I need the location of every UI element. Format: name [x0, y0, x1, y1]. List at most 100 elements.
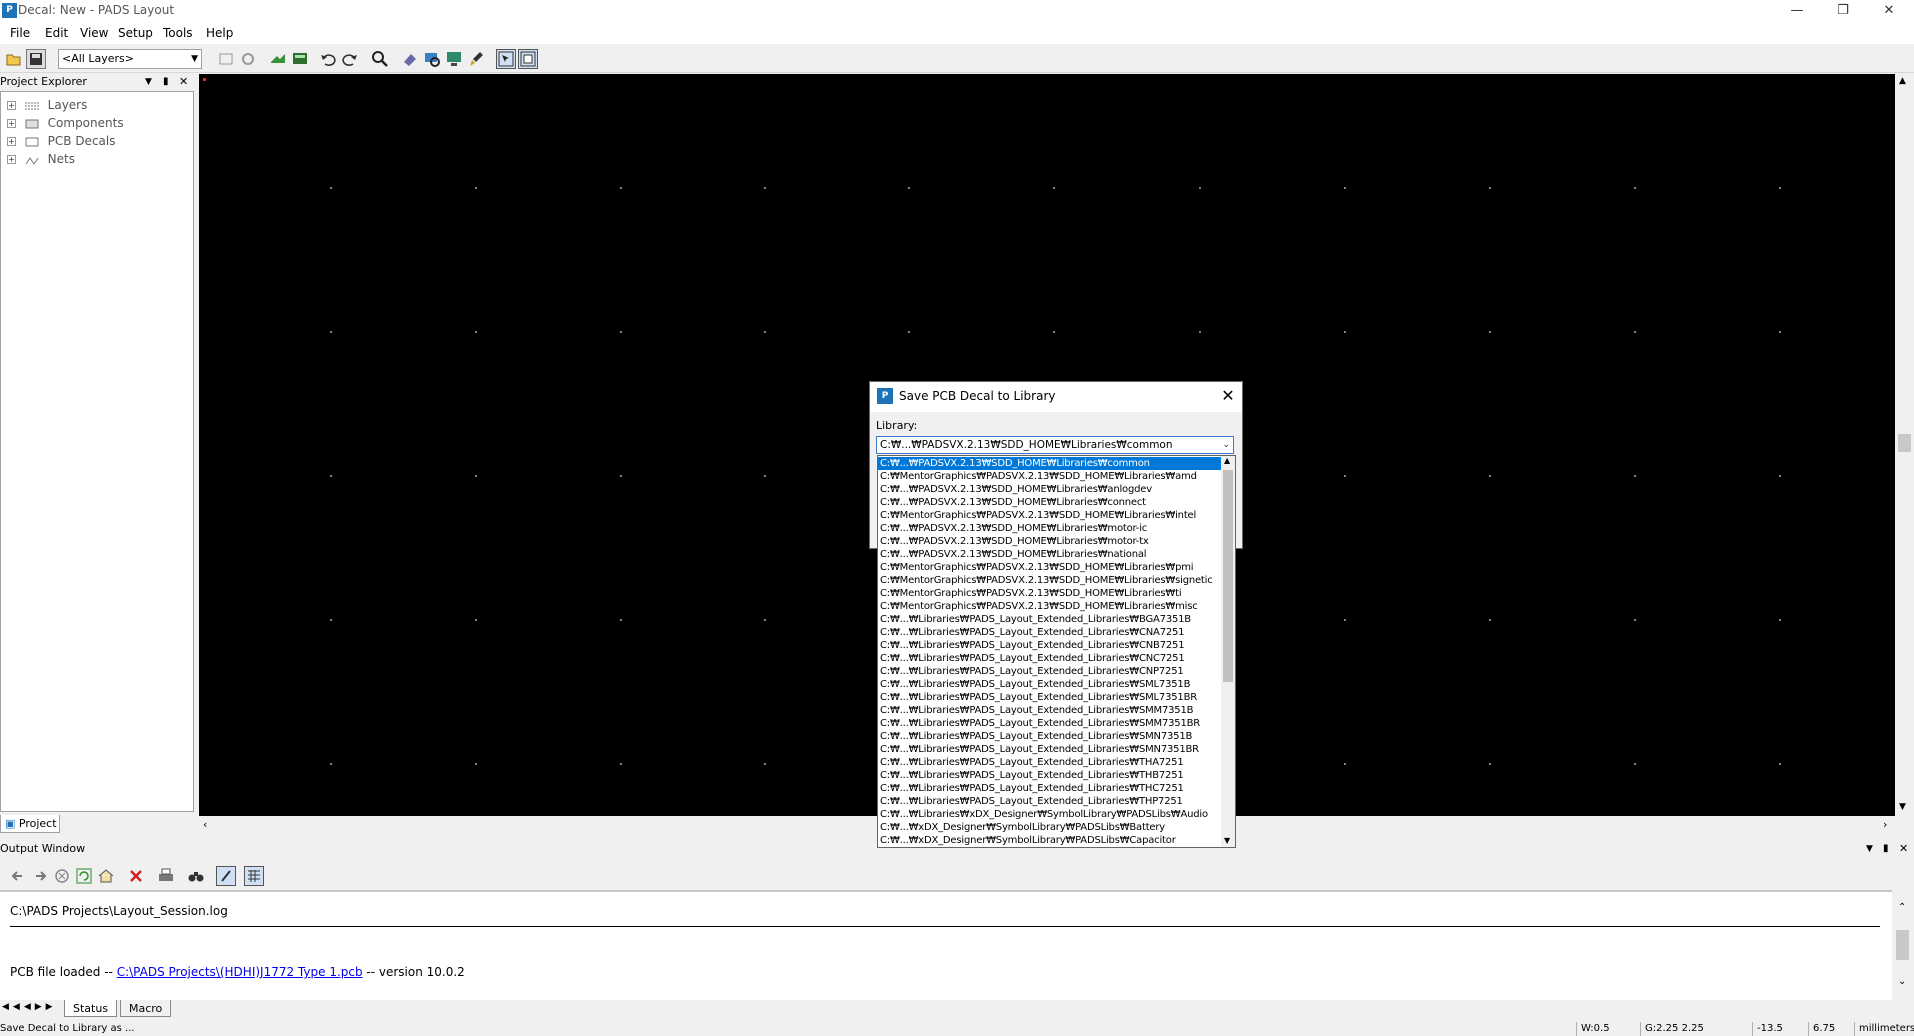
library-option[interactable]: C:₩...₩Libraries₩PADS_Layout_Extended_Li… — [878, 756, 1221, 769]
library-combobox[interactable]: C:₩...₩PADSVX.2.13₩SDD_HOME₩Libraries₩co… — [876, 436, 1234, 454]
tree-item-layers[interactable]: + Layers — [7, 96, 87, 114]
save-icon[interactable] — [26, 49, 46, 69]
tree-item-components[interactable]: + Components — [7, 114, 124, 132]
expand-icon[interactable]: + — [7, 137, 16, 146]
library-option[interactable]: C:₩MentorGraphics₩PADSVX.2.13₩SDD_HOME₩L… — [878, 509, 1221, 522]
panel-close-icon[interactable]: ✕ — [1899, 840, 1908, 858]
library-option[interactable]: C:₩...₩PADSVX.2.13₩SDD_HOME₩Libraries₩mo… — [878, 535, 1221, 548]
library-option[interactable]: C:₩...₩Libraries₩PADS_Layout_Extended_Li… — [878, 652, 1221, 665]
word-wrap-icon[interactable] — [216, 866, 236, 886]
menu-file[interactable]: File — [10, 26, 30, 40]
scroll-thumb[interactable] — [1223, 470, 1233, 682]
scroll-up-icon[interactable]: ▲ — [1899, 76, 1906, 86]
chevron-down-icon[interactable]: ⌄ — [1222, 437, 1230, 453]
scroll-down-icon[interactable]: ▼ — [1224, 836, 1230, 845]
scroll-down-icon[interactable]: ⌄ — [1898, 976, 1906, 987]
select-mode-icon[interactable] — [496, 49, 516, 69]
library-option[interactable]: C:₩...₩PADSVX.2.13₩SDD_HOME₩Libraries₩mo… — [878, 522, 1221, 535]
library-option[interactable]: C:₩...₩PADSVX.2.13₩SDD_HOME₩Libraries₩an… — [878, 483, 1221, 496]
menu-view[interactable]: View — [80, 26, 108, 40]
expand-icon[interactable]: + — [7, 101, 16, 110]
drafting-toolbar-icon[interactable] — [290, 49, 310, 69]
library-option[interactable]: C:₩...₩Libraries₩PADS_Layout_Extended_Li… — [878, 769, 1221, 782]
library-option[interactable]: C:₩...₩Libraries₩xDX_Designer₩SymbolLibr… — [878, 808, 1221, 821]
library-option[interactable]: C:₩...₩PADSVX.2.13₩SDD_HOME₩Libraries₩co… — [878, 457, 1221, 470]
library-option[interactable]: C:₩...₩Libraries₩PADS_Layout_Extended_Li… — [878, 626, 1221, 639]
library-option[interactable]: C:₩...₩Libraries₩PADS_Layout_Extended_Li… — [878, 717, 1221, 730]
brush-icon[interactable] — [466, 49, 486, 69]
eraser-icon[interactable] — [400, 49, 420, 69]
library-option[interactable]: C:₩...₩PADSVX.2.13₩SDD_HOME₩Libraries₩co… — [878, 496, 1221, 509]
scroll-left-icon[interactable]: ‹ — [203, 818, 207, 831]
menu-edit[interactable]: Edit — [45, 26, 68, 40]
tree-item-nets[interactable]: + Nets — [7, 150, 75, 168]
panel-close-icon[interactable]: ✕ — [179, 73, 188, 91]
minimize-button[interactable]: — — [1774, 0, 1820, 22]
undo-icon[interactable] — [318, 49, 338, 69]
menu-tools[interactable]: Tools — [163, 26, 193, 40]
library-option[interactable]: C:₩MentorGraphics₩PADSVX.2.13₩SDD_HOME₩L… — [878, 587, 1221, 600]
library-option[interactable]: C:₩...₩Libraries₩PADS_Layout_Extended_Li… — [878, 704, 1221, 717]
library-option[interactable]: C:₩...₩Libraries₩PADS_Layout_Extended_Li… — [878, 613, 1221, 626]
output-vertical-scrollbar[interactable]: ⌃ ⌄ — [1892, 890, 1914, 1000]
scroll-thumb[interactable] — [1896, 930, 1909, 960]
scroll-up-icon[interactable]: ⌃ — [1898, 902, 1906, 913]
library-option[interactable]: C:₩...₩Libraries₩PADS_Layout_Extended_Li… — [878, 782, 1221, 795]
pin-icon[interactable]: ▮ — [163, 73, 169, 91]
redraw-icon[interactable] — [238, 49, 258, 69]
grid-view-icon[interactable] — [244, 866, 264, 886]
scroll-up-icon[interactable]: ▲ — [1224, 456, 1230, 465]
tree-item-pcb-decals[interactable]: + PCB Decals — [7, 132, 115, 150]
library-option[interactable]: C:₩...₩Libraries₩PADS_Layout_Extended_Li… — [878, 639, 1221, 652]
pcb-file-link[interactable]: C:\PADS Projects\(HDHI)J1772 Type 1.pcb — [117, 965, 363, 979]
tab-project[interactable]: ▣ Project — [0, 815, 60, 833]
refresh-icon[interactable] — [74, 866, 94, 886]
dropdown-arrow-icon[interactable]: ▼ — [145, 73, 152, 91]
forward-arrow-icon[interactable] — [30, 866, 50, 886]
library-option[interactable]: C:₩...₩Libraries₩PADS_Layout_Extended_Li… — [878, 730, 1221, 743]
restore-button[interactable]: ❐ — [1820, 0, 1866, 22]
redo-icon[interactable] — [340, 49, 360, 69]
scroll-thumb[interactable] — [1898, 434, 1911, 452]
library-option[interactable]: C:₩...₩PADSVX.2.13₩SDD_HOME₩Libraries₩na… — [878, 548, 1221, 561]
open-icon[interactable] — [4, 49, 24, 69]
expand-icon[interactable]: + — [7, 155, 16, 164]
stop-icon[interactable] — [52, 866, 72, 886]
library-option[interactable]: C:₩...₩Libraries₩PADS_Layout_Extended_Li… — [878, 795, 1221, 808]
menu-help[interactable]: Help — [206, 26, 233, 40]
library-option[interactable]: C:₩MentorGraphics₩PADSVX.2.13₩SDD_HOME₩L… — [878, 600, 1221, 613]
library-option[interactable]: C:₩...₩Libraries₩PADS_Layout_Extended_Li… — [878, 691, 1221, 704]
library-option[interactable]: C:₩MentorGraphics₩PADSVX.2.13₩SDD_HOME₩L… — [878, 470, 1221, 483]
library-option[interactable]: C:₩...₩Libraries₩PADS_Layout_Extended_Li… — [878, 743, 1221, 756]
zoom-icon[interactable] — [370, 49, 390, 69]
find-icon[interactable] — [186, 866, 206, 886]
object-mode-icon[interactable] — [518, 49, 538, 69]
dropdown-scrollbar[interactable]: ▲ ▼ — [1221, 456, 1235, 847]
home-icon[interactable] — [96, 866, 116, 886]
monitor-icon[interactable] — [444, 49, 464, 69]
library-option[interactable]: C:₩...₩Libraries₩PADS_Layout_Extended_Li… — [878, 665, 1221, 678]
tab-status[interactable]: Status — [64, 1000, 118, 1017]
scroll-down-icon[interactable]: ▼ — [1899, 802, 1906, 812]
layer-select[interactable]: <All Layers> ▼ — [58, 49, 202, 69]
delete-icon[interactable] — [126, 866, 146, 886]
library-option[interactable]: C:₩...₩Libraries₩PADS_Layout_Extended_Li… — [878, 678, 1221, 691]
tab-macro[interactable]: Macro — [120, 1000, 172, 1017]
library-option[interactable]: C:₩MentorGraphics₩PADSVX.2.13₩SDD_HOME₩L… — [878, 574, 1221, 587]
pin-icon[interactable]: ▮ — [1883, 840, 1889, 858]
canvas-vertical-scrollbar[interactable]: ▲ ▼ — [1895, 74, 1914, 816]
library-option[interactable]: C:₩MentorGraphics₩PADSVX.2.13₩SDD_HOME₩L… — [878, 561, 1221, 574]
properties-icon[interactable] — [216, 49, 236, 69]
library-option[interactable]: C:₩...₩xDX_Designer₩SymbolLibrary₩PADSLi… — [878, 834, 1221, 847]
close-button[interactable]: ✕ — [1866, 0, 1912, 22]
dialog-close-button[interactable]: ✕ — [1216, 384, 1240, 408]
print-icon[interactable] — [156, 866, 176, 886]
expand-icon[interactable]: + — [7, 119, 16, 128]
dropdown-arrow-icon[interactable]: ▼ — [1866, 840, 1873, 858]
tab-navigation-icons[interactable]: ◀◀◀▶▶ — [2, 1002, 57, 1012]
menu-setup[interactable]: Setup — [118, 26, 153, 40]
inspect-icon[interactable] — [422, 49, 442, 69]
library-option[interactable]: C:₩...₩xDX_Designer₩SymbolLibrary₩PADSLi… — [878, 821, 1221, 834]
design-toolbar-icon[interactable] — [268, 49, 288, 69]
back-arrow-icon[interactable] — [8, 866, 28, 886]
